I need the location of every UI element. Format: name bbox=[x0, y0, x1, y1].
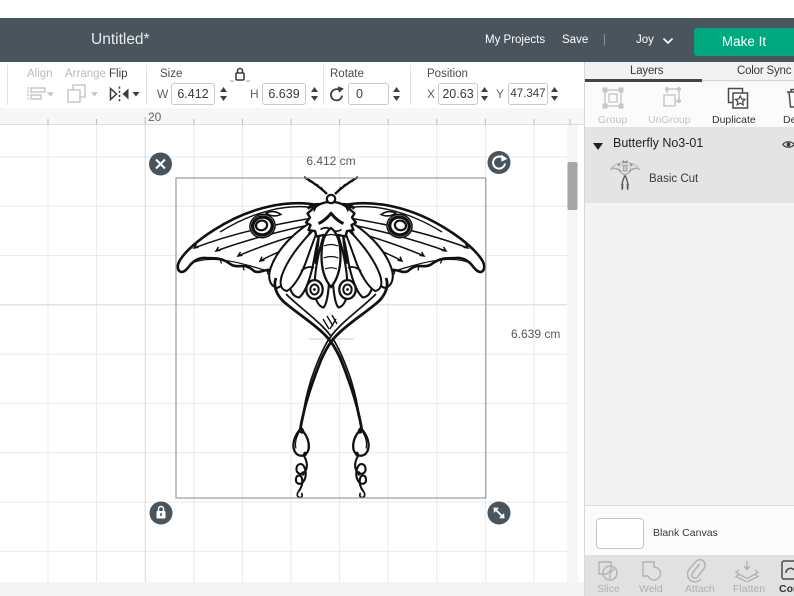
svg-text:6.412 cm: 6.412 cm bbox=[306, 154, 355, 168]
svg-text:6.639 cm: 6.639 cm bbox=[511, 327, 560, 341]
svg-text:20: 20 bbox=[148, 110, 162, 124]
